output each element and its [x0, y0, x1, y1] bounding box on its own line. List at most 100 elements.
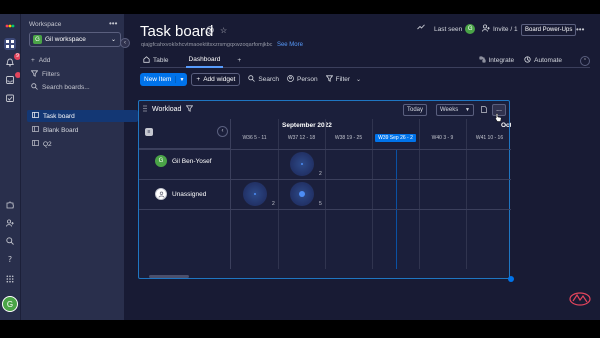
search-label: Search	[258, 76, 279, 83]
workspace-label: Workspace	[29, 21, 62, 28]
last-seen-label: Last seen	[434, 25, 463, 33]
week-label: W38 19 - 25	[334, 135, 363, 141]
workspace-more-icon[interactable]: •••	[109, 19, 117, 28]
info-icon[interactable]	[206, 26, 214, 36]
add-view-button[interactable]: +	[237, 57, 241, 64]
week-header: W40 3 - 9	[419, 135, 466, 141]
collapse-all-icon[interactable]: ≡	[145, 128, 153, 136]
chevron-down-icon: ⌄	[110, 37, 116, 43]
export-document-icon[interactable]	[481, 106, 487, 115]
add-label: Add	[38, 57, 51, 64]
filter-button[interactable]: Filter ⌄	[325, 75, 362, 84]
chevron-down-icon: ▼	[465, 107, 470, 113]
board-item-task-board[interactable]: Task board	[27, 110, 138, 122]
workload-bubble[interactable]	[289, 152, 314, 176]
week-column-divider	[325, 119, 326, 269]
chevron-down-icon[interactable]: ▼	[176, 77, 187, 83]
view-tabs: Table Dashboard + Integrate Automate ⌃	[140, 54, 590, 68]
filter-icon	[30, 70, 39, 79]
help-icon[interactable]: ?	[4, 253, 16, 265]
horizontal-scrollbar[interactable]	[149, 275, 189, 278]
star-icon[interactable]: ☆	[220, 26, 227, 36]
week-header: W39 Sep 26 - 2	[372, 134, 419, 142]
board-item-q2[interactable]: Q2	[27, 138, 138, 150]
tab-dashboard[interactable]: Dashboard	[185, 54, 224, 68]
integrate-button[interactable]: Integrate	[479, 56, 514, 65]
last-seen[interactable]: Last seen G	[434, 24, 476, 34]
board-toolbar: New Item ▼ + Add widget Search Person Fi…	[140, 73, 361, 86]
inbox-icon[interactable]	[4, 72, 21, 86]
previous-period-icon[interactable]: ‹	[217, 126, 228, 137]
board-item-blank-board[interactable]: Blank Board	[27, 124, 138, 136]
board-icon	[32, 112, 39, 120]
filter-label: Filter	[335, 76, 351, 83]
unassigned-avatar-icon	[155, 188, 167, 200]
user-avatar[interactable]: G	[2, 296, 18, 312]
widget-title[interactable]: Workload	[152, 106, 181, 113]
scale-select[interactable]: Weeks ▼	[436, 104, 474, 116]
workload-widget[interactable]: Workload Today Weeks ▼ ... ≡ ‹ G Gil Ben…	[138, 100, 514, 282]
search-button[interactable]: Search	[248, 75, 279, 84]
see-more-link[interactable]: See More	[277, 42, 303, 48]
icon-rail: 9 ? G	[0, 14, 21, 320]
board-item-label: Blank Board	[43, 126, 79, 134]
notifications-bell-icon[interactable]: 9	[4, 53, 21, 68]
add-action[interactable]: + Add	[31, 57, 50, 64]
board-power-ups-button[interactable]: Board Power-Ups	[521, 24, 577, 36]
row-divider	[139, 209, 511, 210]
new-item-label: New Item	[140, 76, 177, 83]
drag-handle-icon[interactable]	[143, 105, 147, 114]
today-button[interactable]: Today	[403, 104, 428, 116]
workload-grid: ≡ ‹ G Gil Ben-Yosef Unassigned September…	[139, 119, 511, 269]
row-divider	[139, 179, 511, 180]
person-filter-button[interactable]: Person	[287, 75, 318, 84]
week-header: W36 5 - 11	[231, 135, 278, 141]
widget-resize-handle[interactable]	[508, 276, 514, 282]
search-boards-action[interactable]: Search boards...	[31, 83, 90, 92]
tab-table[interactable]: Table	[140, 54, 172, 68]
watermark-logo	[569, 292, 591, 306]
page-title[interactable]: Task board	[140, 23, 213, 40]
invite-button[interactable]: Invite / 1	[482, 24, 518, 34]
last-seen-avatar: G	[465, 24, 476, 34]
invite-members-icon[interactable]	[4, 217, 16, 229]
automate-label: Automate	[534, 57, 562, 64]
week-column-divider	[372, 119, 373, 269]
new-item-button[interactable]: New Item ▼	[140, 73, 188, 86]
week-header: W37 12 - 18	[278, 135, 325, 141]
search-icon	[248, 75, 256, 84]
person-row-gil[interactable]: G Gil Ben-Yosef	[155, 155, 212, 167]
board-menu-icon[interactable]: •••	[576, 25, 584, 34]
monday-logo-icon[interactable]	[4, 20, 16, 32]
products-switcher-icon[interactable]	[4, 273, 16, 285]
week-column-divider	[278, 119, 279, 269]
person-name: Unassigned	[172, 190, 207, 198]
workload-bubble[interactable]	[289, 182, 314, 206]
board-description[interactable]: qiajgfcahxvokIxhcvtmaoektitsxzrsmgqxwzoq…	[141, 42, 303, 48]
home-icon	[143, 56, 150, 65]
tab-label: Table	[153, 57, 169, 64]
workload-bubble[interactable]	[242, 182, 267, 206]
integrate-icon	[479, 56, 486, 65]
filters-action[interactable]: Filters	[30, 70, 60, 79]
person-name: Gil Ben-Yosef	[172, 157, 212, 165]
search-icon[interactable]	[4, 235, 16, 247]
week-header: W41 10 - 16	[466, 135, 511, 141]
add-widget-button[interactable]: + Add widget	[191, 73, 241, 86]
chevron-down-icon: ⌄	[356, 77, 362, 83]
collapse-sidebar-icon[interactable]: ‹	[120, 38, 130, 48]
search-boards-label: Search boards...	[42, 84, 90, 91]
filter-icon[interactable]	[186, 105, 194, 114]
workspace-selector[interactable]: G Gil workspace ⌄	[29, 32, 121, 47]
people-column-header: ≡ ‹	[139, 119, 231, 149]
plus-icon: +	[196, 76, 201, 83]
workspaces-grid-icon[interactable]	[4, 38, 16, 50]
collapse-header-icon[interactable]: ⌃	[580, 55, 590, 66]
workspace-name: Gil workspace	[45, 36, 86, 43]
apps-puzzle-icon[interactable]	[4, 199, 16, 211]
person-row-unassigned[interactable]: Unassigned	[155, 188, 206, 200]
my-work-calendar-icon[interactable]	[4, 92, 16, 104]
month-label: Octobe	[501, 122, 511, 129]
activity-icon[interactable]	[417, 24, 425, 30]
automate-button[interactable]: Automate	[524, 56, 562, 65]
